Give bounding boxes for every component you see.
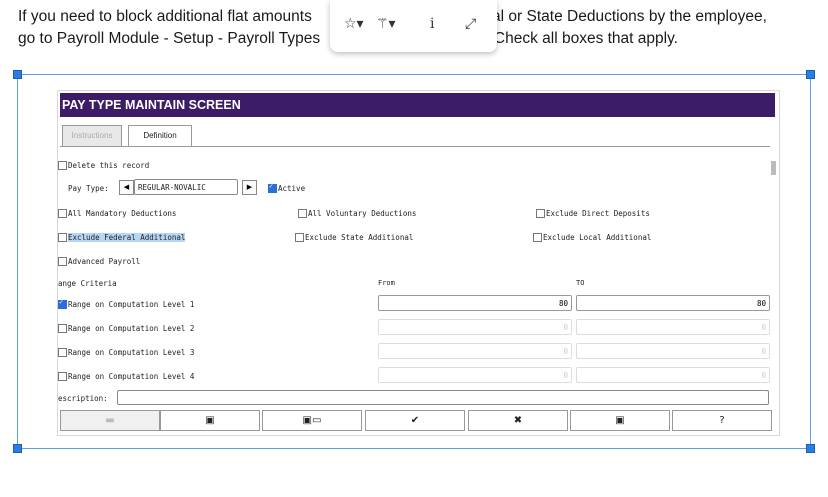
range-level-1-label: Range on Computation Level 1 bbox=[68, 300, 195, 309]
exclude-local-row: Exclude Local Additional bbox=[533, 232, 652, 243]
exclude-state-checkbox[interactable] bbox=[295, 232, 304, 242]
advanced-payroll-row: Advanced Payroll bbox=[58, 256, 141, 267]
instruction-line2-right: ). Check all boxes that apply. bbox=[480, 30, 678, 47]
instruction-line2-left: go to Payroll Module - Setup - Payroll T… bbox=[18, 30, 321, 47]
range-level-4-label: Range on Computation Level 4 bbox=[68, 372, 195, 381]
check-icon: ✔ bbox=[410, 415, 420, 426]
tab-divider bbox=[60, 146, 770, 147]
active-row: Active bbox=[268, 182, 306, 194]
resize-handle-tr[interactable] bbox=[806, 70, 815, 79]
cancel-button[interactable]: ✖ bbox=[468, 410, 568, 431]
range-level-4-checkbox[interactable] bbox=[58, 371, 67, 381]
next-pay-type-button[interactable]: ▶ bbox=[242, 180, 257, 195]
exclude-federal-label: Exclude Federal Additional bbox=[68, 233, 186, 242]
resize-handle-br[interactable] bbox=[806, 444, 815, 453]
tab-definition[interactable]: Definition bbox=[128, 125, 192, 146]
prev-pay-type-button[interactable]: ◀ bbox=[119, 180, 134, 195]
save-new-icon: ▣▭ bbox=[302, 415, 322, 426]
exclude-direct-deposits-label: Exclude Direct Deposits bbox=[546, 209, 650, 218]
star-icon[interactable]: ☆▾ bbox=[344, 16, 364, 32]
all-voluntary-checkbox[interactable] bbox=[298, 208, 307, 218]
to-header: TO bbox=[576, 279, 585, 287]
scrollbar-thumb[interactable] bbox=[771, 161, 776, 175]
range-level-2-checkbox[interactable] bbox=[58, 323, 67, 333]
range-level-1-to[interactable]: 80 bbox=[576, 295, 770, 311]
exclude-local-label: Exclude Local Additional bbox=[543, 233, 652, 242]
delete-record-label: Delete this record bbox=[68, 161, 150, 170]
range-level-4-to[interactable]: 0 bbox=[576, 367, 770, 383]
action-button-bar: ▬ ▣ ▣▭ ✔ ✖ ▣ ? bbox=[60, 410, 773, 431]
range-level-2-to[interactable]: 0 bbox=[576, 319, 770, 335]
save-icon: ▣ bbox=[205, 415, 215, 426]
range-level-1-checkbox[interactable] bbox=[58, 298, 67, 309]
save-button[interactable]: ▣ bbox=[160, 410, 260, 431]
range-row-3: Range on Computation Level 3 bbox=[58, 347, 195, 358]
active-label: Active bbox=[278, 184, 306, 193]
instruction-line1-left: If you need to block additional flat amo… bbox=[18, 8, 312, 25]
range-row-2: Range on Computation Level 2 bbox=[58, 323, 195, 334]
help-button[interactable]: ? bbox=[672, 410, 772, 431]
range-level-1-from[interactable]: 80 bbox=[378, 295, 572, 311]
delete-record-checkbox[interactable] bbox=[58, 160, 67, 170]
help-icon: ? bbox=[719, 415, 725, 426]
save-close-icon: ▣ bbox=[615, 415, 625, 426]
pay-type-screenshot: PAY TYPE MAINTAIN SCREEN Instructions De… bbox=[57, 90, 780, 436]
magic-wand-icon[interactable]: ⚚▾ bbox=[376, 16, 396, 32]
expand-icon[interactable]: ⤢ bbox=[465, 16, 476, 32]
range-level-3-checkbox[interactable] bbox=[58, 347, 67, 357]
range-row-4: Range on Computation Level 4 bbox=[58, 371, 195, 382]
resize-handle-tl[interactable] bbox=[13, 70, 22, 79]
resize-handle-bl[interactable] bbox=[13, 444, 22, 453]
range-level-2-label: Range on Computation Level 2 bbox=[68, 324, 195, 333]
all-voluntary-label: All Voluntary Deductions bbox=[308, 209, 417, 218]
advanced-payroll-checkbox[interactable] bbox=[58, 256, 67, 266]
range-level-3-to[interactable]: 0 bbox=[576, 343, 770, 359]
range-level-4-from[interactable]: 0 bbox=[378, 367, 572, 383]
cancel-icon: ✖ bbox=[513, 415, 523, 426]
from-header: From bbox=[378, 279, 395, 287]
pay-type-label: Pay Type: bbox=[68, 184, 109, 193]
pay-type-field[interactable]: REGULAR-NOVALIC bbox=[134, 179, 238, 195]
exclude-direct-deposits-row: Exclude Direct Deposits bbox=[536, 208, 650, 219]
all-mandatory-label: All Mandatory Deductions bbox=[68, 209, 177, 218]
range-row-1: Range on Computation Level 1 bbox=[58, 298, 195, 310]
image-toolbar: ☆▾ ⚚▾ i ⤢ bbox=[330, 0, 497, 52]
exclude-direct-deposits-checkbox[interactable] bbox=[536, 208, 545, 218]
range-criteria-label: ange Criteria bbox=[58, 279, 117, 288]
all-mandatory-row: All Mandatory Deductions bbox=[58, 208, 177, 219]
folder-icon: ▬ bbox=[105, 415, 115, 426]
exclude-state-label: Exclude State Additional bbox=[305, 233, 414, 242]
exclude-state-row: Exclude State Additional bbox=[295, 232, 414, 243]
accept-button[interactable]: ✔ bbox=[365, 410, 465, 431]
instruction-line1-right: leral or State Deductions by the employe… bbox=[474, 8, 767, 25]
tab-instructions[interactable]: Instructions bbox=[62, 125, 122, 147]
description-field[interactable] bbox=[117, 390, 769, 405]
info-icon[interactable]: i bbox=[430, 16, 434, 32]
advanced-payroll-label: Advanced Payroll bbox=[68, 257, 141, 266]
folder-button[interactable]: ▬ bbox=[60, 410, 160, 431]
active-checkbox[interactable] bbox=[268, 182, 277, 193]
all-mandatory-checkbox[interactable] bbox=[58, 208, 67, 218]
description-label: escription: bbox=[58, 394, 108, 403]
range-level-2-from[interactable]: 0 bbox=[378, 319, 572, 335]
save-close-button[interactable]: ▣ bbox=[570, 410, 670, 431]
screen-title: PAY TYPE MAINTAIN SCREEN bbox=[60, 93, 775, 117]
save-new-button[interactable]: ▣▭ bbox=[262, 410, 362, 431]
delete-record-row: Delete this record bbox=[58, 160, 150, 171]
exclude-federal-row: Exclude Federal Additional bbox=[58, 232, 186, 243]
all-voluntary-row: All Voluntary Deductions bbox=[298, 208, 417, 219]
exclude-federal-checkbox[interactable] bbox=[58, 232, 67, 242]
range-level-3-from[interactable]: 0 bbox=[378, 343, 572, 359]
range-level-3-label: Range on Computation Level 3 bbox=[68, 348, 195, 357]
exclude-local-checkbox[interactable] bbox=[533, 232, 542, 242]
